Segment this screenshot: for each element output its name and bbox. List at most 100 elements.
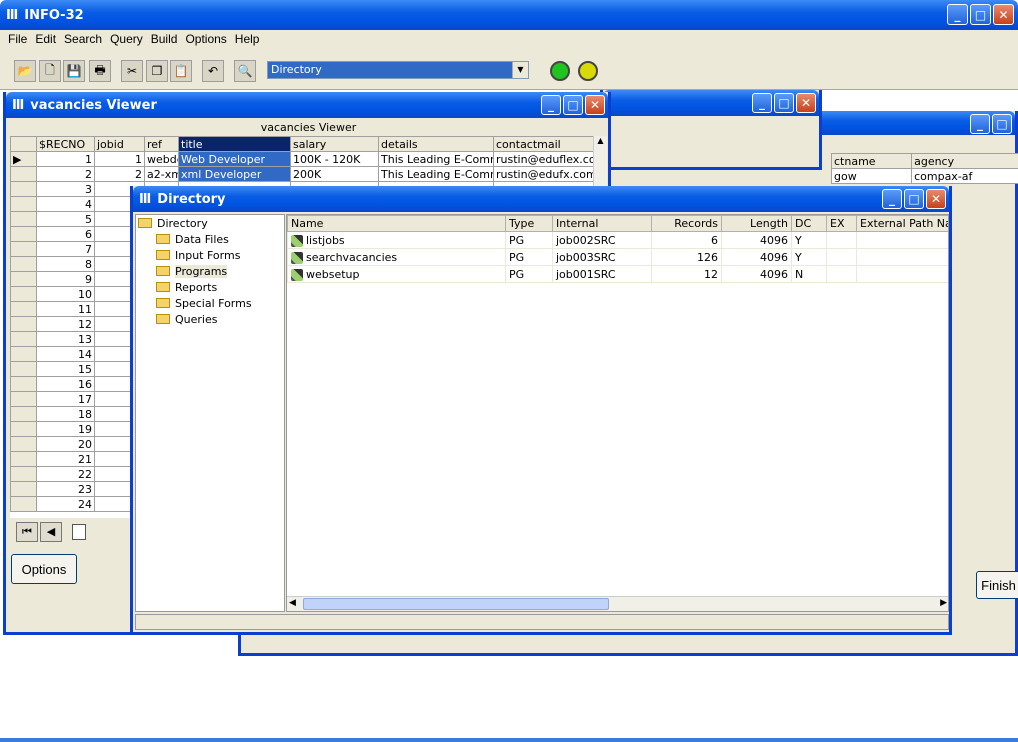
- dir-maximize-button[interactable]: □: [904, 189, 924, 209]
- row-indicator[interactable]: [10, 271, 37, 287]
- list-cell[interactable]: 12: [651, 265, 722, 283]
- list-cell[interactable]: PG: [505, 248, 553, 266]
- list-cell[interactable]: 6: [651, 231, 722, 249]
- table-cell[interactable]: webde: [144, 151, 179, 167]
- current-row-icon[interactable]: ▶: [10, 151, 37, 167]
- list-cell[interactable]: job003SRC: [552, 248, 652, 266]
- tree-item-data-files[interactable]: Data Files: [138, 231, 284, 247]
- table-row[interactable]: ▶11webdeWeb Developer100K - 120KThis Lea…: [10, 151, 593, 167]
- tree-item-reports[interactable]: Reports: [138, 279, 284, 295]
- col-records[interactable]: Records: [651, 215, 722, 232]
- table-cell[interactable]: 19: [36, 421, 95, 437]
- list-cell[interactable]: PG: [505, 265, 553, 283]
- table-cell[interactable]: 6: [36, 226, 95, 242]
- col-ex[interactable]: EX: [826, 215, 857, 232]
- table-cell[interactable]: This Leading E-Comm c: [378, 166, 494, 182]
- table-cell[interactable]: 200K: [290, 166, 379, 182]
- horizontal-scrollbar[interactable]: ◀ ▶: [287, 596, 948, 611]
- table-cell[interactable]: 13: [36, 331, 95, 347]
- row-indicator[interactable]: [10, 241, 37, 257]
- cell-ctname[interactable]: gow: [830, 168, 913, 184]
- list-cell[interactable]: searchvacancies: [287, 248, 506, 266]
- list-cell[interactable]: PG: [505, 231, 553, 249]
- list-cell[interactable]: [826, 248, 857, 266]
- list-cell[interactable]: 4096: [721, 231, 792, 249]
- list-item[interactable]: websetup PG job001SRC 12 4096 N: [287, 265, 948, 283]
- open-icon[interactable]: 📂: [14, 60, 36, 82]
- mid-close-button[interactable]: ✕: [796, 93, 816, 113]
- tree-item-queries[interactable]: Queries: [138, 311, 284, 327]
- chevron-down-icon[interactable]: ▼: [512, 62, 528, 78]
- list-cell[interactable]: Y: [791, 231, 827, 249]
- col-name[interactable]: Name: [287, 215, 506, 232]
- list-item[interactable]: searchvacancies PG job003SRC 126 4096 Y: [287, 248, 948, 266]
- green-light-icon[interactable]: [550, 61, 570, 81]
- menu-edit[interactable]: Edit: [31, 32, 60, 46]
- save-icon[interactable]: 💾: [63, 60, 85, 82]
- list-cell[interactable]: [826, 231, 857, 249]
- table-cell[interactable]: Web Developer: [178, 151, 291, 167]
- row-indicator[interactable]: [10, 421, 37, 437]
- col-dc[interactable]: DC: [791, 215, 827, 232]
- table-cell[interactable]: 1: [94, 151, 145, 167]
- col-details[interactable]: details: [378, 136, 494, 152]
- yellow-light-icon[interactable]: [578, 61, 598, 81]
- row-indicator[interactable]: [10, 196, 37, 212]
- table-cell[interactable]: 2: [94, 166, 145, 182]
- row-indicator[interactable]: [10, 301, 37, 317]
- row-indicator[interactable]: [10, 226, 37, 242]
- col-agency[interactable]: agency: [911, 153, 1018, 169]
- vac-close-button[interactable]: ✕: [585, 95, 605, 115]
- row-indicator[interactable]: [10, 376, 37, 392]
- cell-agency[interactable]: compax-af: [911, 168, 1018, 184]
- table-cell[interactable]: This Leading E-Comm c: [378, 151, 494, 167]
- table-cell[interactable]: rustin@eduflex.co: [493, 151, 593, 167]
- table-cell[interactable]: 14: [36, 346, 95, 362]
- copy-icon[interactable]: ❐: [146, 60, 168, 82]
- list-cell[interactable]: websetup: [287, 265, 506, 283]
- table-cell[interactable]: 12: [36, 316, 95, 332]
- list-cell[interactable]: 126: [651, 248, 722, 266]
- col-jobid[interactable]: jobid: [94, 136, 145, 152]
- print-icon[interactable]: 🖶: [89, 60, 111, 82]
- table-cell[interactable]: 7: [36, 241, 95, 257]
- row-indicator[interactable]: [10, 361, 37, 377]
- dir-minimize-button[interactable]: _: [882, 189, 902, 209]
- bg-maximize-button[interactable]: □: [992, 114, 1012, 134]
- row-indicator[interactable]: [10, 466, 37, 482]
- tree-item-input-forms[interactable]: Input Forms: [138, 247, 284, 263]
- list-cell[interactable]: 4096: [721, 265, 792, 283]
- mid-minimize-button[interactable]: _: [752, 93, 772, 113]
- row-indicator[interactable]: [10, 331, 37, 347]
- table-cell[interactable]: 3: [36, 181, 95, 197]
- list-cell[interactable]: 4096: [721, 248, 792, 266]
- first-record-icon[interactable]: ⏮: [16, 522, 38, 542]
- vac-minimize-button[interactable]: _: [541, 95, 561, 115]
- table-row[interactable]: 22a2-xmlxml Developer200KThis Leading E-…: [10, 166, 593, 182]
- tree-item-programs[interactable]: Programs: [138, 263, 284, 279]
- table-cell[interactable]: 9: [36, 271, 95, 287]
- table-cell[interactable]: 2: [36, 166, 95, 182]
- row-indicator[interactable]: [10, 286, 37, 302]
- scroll-right-icon[interactable]: ▶: [940, 598, 947, 608]
- options-button[interactable]: Options: [11, 554, 77, 584]
- menu-search[interactable]: Search: [60, 32, 106, 46]
- col-type[interactable]: Type: [505, 215, 553, 232]
- row-indicator[interactable]: [10, 391, 37, 407]
- bg-minimize-button[interactable]: _: [970, 114, 990, 134]
- row-indicator[interactable]: [10, 316, 37, 332]
- menu-file[interactable]: File: [4, 32, 31, 46]
- table-cell[interactable]: rustin@edufx.com: [493, 166, 593, 182]
- row-indicator[interactable]: [10, 481, 37, 497]
- tree-item-directory[interactable]: Directory: [138, 215, 284, 231]
- col-salary[interactable]: salary: [290, 136, 379, 152]
- row-indicator[interactable]: [10, 451, 37, 467]
- table-cell[interactable]: 10: [36, 286, 95, 302]
- tree-item-special-forms[interactable]: Special Forms: [138, 295, 284, 311]
- table-cell[interactable]: 23: [36, 481, 95, 497]
- maximize-button[interactable]: □: [970, 4, 991, 25]
- mid-maximize-button[interactable]: □: [774, 93, 794, 113]
- col-external-path[interactable]: External Path Nam: [856, 215, 948, 232]
- table-cell[interactable]: 16: [36, 376, 95, 392]
- table-cell[interactable]: xml Developer: [178, 166, 291, 182]
